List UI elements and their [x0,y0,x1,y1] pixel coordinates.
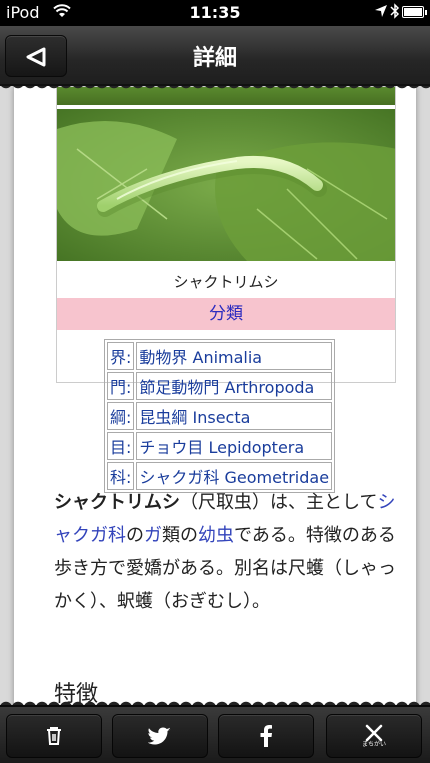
mistake-button[interactable]: まちがい [326,714,422,758]
taxonomy-rank-text: 科 [110,468,127,487]
trash-icon [47,727,61,745]
classification-header: 分類 [57,298,395,330]
facebook-f-icon [260,725,272,747]
intro-text-2: の [126,525,144,546]
navigation-bar: 詳細 [0,26,430,86]
link-larva[interactable]: 幼虫 [198,525,234,546]
taxonomy-rank: 門: [107,372,135,400]
taxonomy-row: 門: 節足動物門 Arthropoda [107,372,333,400]
delete-button[interactable] [6,714,102,758]
battery-icon [402,6,427,18]
intro-paragraph: シャクトリムシ（尺取虫）は、主としてシャクガ科のガ類の幼虫である。特徴のある歩き… [54,486,399,618]
image-caption: シャクトリムシ [173,273,279,291]
clock: 11:35 [189,3,241,22]
taxonomy-colon: : [126,438,132,457]
caterpillar-photo[interactable] [57,109,395,261]
article-content[interactable]: シャクトリムシ 分類 界: 動物界 Animalia 門: 節足動物門 Arthrop… [14,86,416,708]
bottom-toolbar: まちがい [0,705,430,763]
location-arrow-icon [374,4,388,22]
twitter-button[interactable] [112,714,208,758]
mistake-label: まちがい [361,741,386,748]
taxonomy-colon: : [126,408,132,427]
bluetooth-icon [390,3,400,23]
taxonomy-rank-text: 界 [110,348,127,367]
intro-text-3: 類の [162,525,198,546]
taxonomy-value[interactable]: 節足動物門 Arthropoda [136,372,333,400]
taxonomy-colon: : [126,378,132,397]
taxonomy-value[interactable]: 昆虫綱 Insecta [136,402,333,430]
taxonomy-rank: 目: [107,432,135,460]
taxonomy-rank-text: 目 [110,438,127,457]
taxonomy-rank-text: 門 [110,378,127,397]
taxonomy-row: 界: 動物界 Animalia [107,342,333,370]
taxonomy-rank: 界: [107,342,135,370]
intro-text-1: （尺取虫）は、主として [180,492,378,513]
taxonomy-value[interactable]: チョウ目 Lepidoptera [136,432,333,460]
taxonomy-rank-text: 綱 [110,408,127,427]
twitter-bird-icon [148,727,171,745]
article-term: シャクトリムシ [54,492,180,513]
status-bar: iPod 11:35 [0,0,430,26]
taxonomy-row: 目: チョウ目 Lepidoptera [107,432,333,460]
page-title: 詳細 [192,46,237,71]
facebook-button[interactable] [218,714,314,758]
taxonomy-table: 界: 動物界 Animalia 門: 節足動物門 Arthropoda 綱: 昆虫綱 In… [104,339,336,493]
taxonomy-value[interactable]: 動物界 Animalia [136,342,333,370]
taxonomy-colon: : [126,348,132,367]
link-ga[interactable]: ガ [144,525,162,546]
taxonomy-rank: 綱: [107,402,135,430]
taxonomy-colon: : [126,468,132,487]
screen: iPod 11:35 詳細 シャクトリムシ 分類 界: 動物界 Animalia… [0,0,430,763]
taxonomy-row: 綱: 昆虫綱 Insecta [107,402,333,430]
